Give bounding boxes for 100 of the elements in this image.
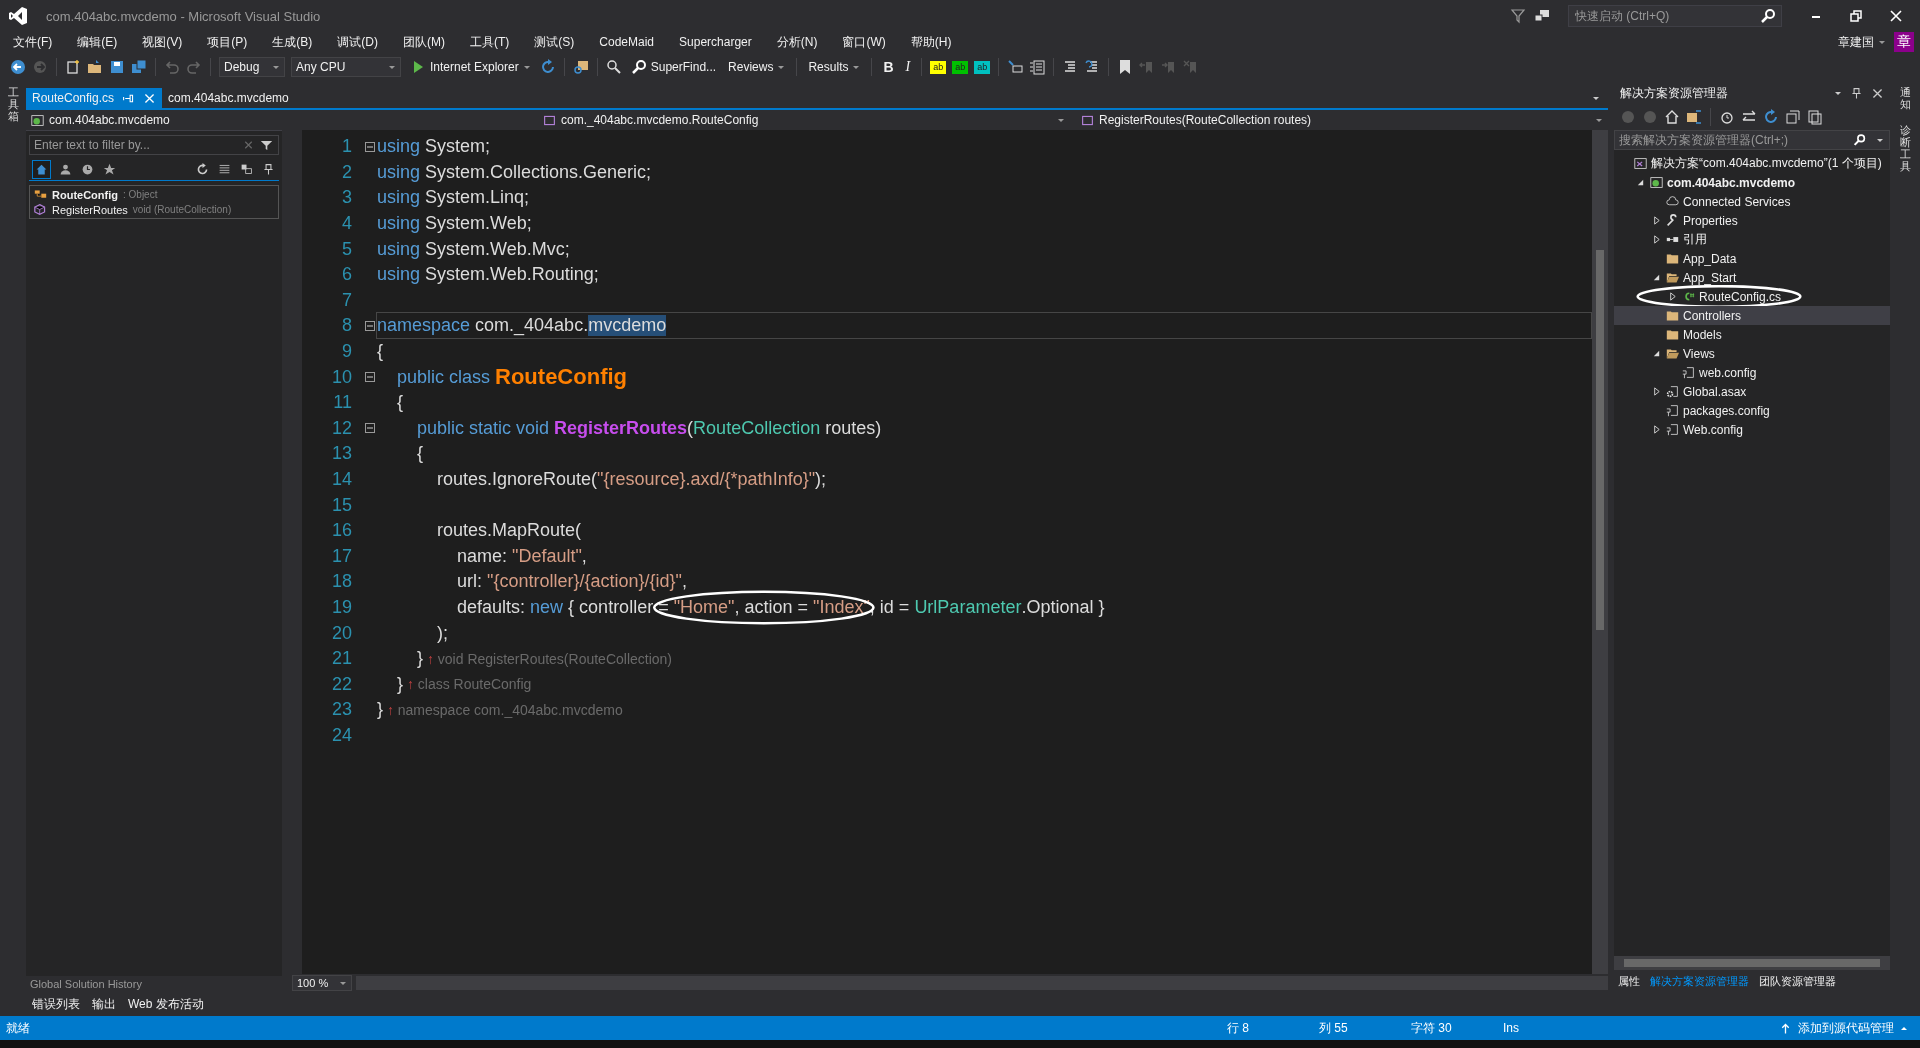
filter-icon[interactable]	[260, 138, 273, 152]
tool-window-tab[interactable]: Web 发布活动	[128, 995, 204, 1013]
refresh-icon[interactable]	[196, 163, 209, 176]
document-tab[interactable]: com.404abc.mvcdemo	[162, 88, 295, 108]
collapsed-arrow-icon[interactable]	[1652, 425, 1661, 434]
tree-item[interactable]: Views	[1614, 344, 1890, 363]
tree-item[interactable]: Models	[1614, 325, 1890, 344]
tree-item[interactable]: com.404abc.mvcdemo	[1614, 173, 1890, 192]
panel-tab[interactable]: 解决方案资源管理器	[1650, 973, 1749, 989]
collapse-icon[interactable]	[365, 320, 375, 331]
home-icon[interactable]	[33, 161, 50, 178]
filter-field[interactable]: Enter text to filter by...	[29, 135, 279, 155]
collapsed-arrow-icon[interactable]	[1652, 216, 1661, 225]
user-avatar[interactable]: 章	[1894, 32, 1914, 52]
menu-item[interactable]: CodeMaid	[592, 35, 662, 49]
highlight-button[interactable]: ab	[974, 60, 991, 74]
tree-item[interactable]: 引用	[1614, 230, 1890, 249]
tree-item[interactable]: Global.asax	[1614, 382, 1890, 401]
refresh-icon[interactable]	[539, 59, 556, 75]
save-all-icon[interactable]	[131, 59, 147, 75]
home-icon[interactable]	[1664, 109, 1680, 125]
tree-item[interactable]: web.config	[1614, 363, 1890, 382]
restore-icon[interactable]	[1848, 8, 1864, 24]
collapse-icon[interactable]	[365, 372, 375, 383]
caret-icon[interactable]	[1876, 136, 1884, 144]
panel-tab[interactable]: 属性	[1618, 973, 1640, 989]
save-icon[interactable]	[109, 59, 125, 75]
source-control-button[interactable]: 添加到源代码管理	[1773, 1018, 1914, 1038]
list-icon[interactable]	[218, 163, 231, 176]
superfind-button[interactable]: SuperFind...	[627, 57, 720, 77]
expanded-arrow-icon[interactable]	[1652, 349, 1661, 358]
menu-item[interactable]: 文件(F)	[6, 33, 60, 51]
side-panel-tab[interactable]: 通知	[1899, 86, 1911, 111]
collapse-icon[interactable]	[240, 163, 253, 176]
clock-icon[interactable]	[81, 163, 94, 176]
menu-item[interactable]: 视图(V)	[135, 33, 190, 51]
tree-item[interactable]: 解决方案“com.404abc.mvcdemo”(1 个项目)	[1614, 154, 1890, 173]
collapse-icon[interactable]	[365, 141, 375, 152]
pin-icon[interactable]	[1850, 86, 1863, 100]
collapsed-arrow-icon[interactable]	[1652, 387, 1661, 396]
tree-item[interactable]: Connected Services	[1614, 192, 1890, 211]
side-panel-tab[interactable]: 诊断工具	[1899, 124, 1911, 173]
close-icon[interactable]	[1871, 86, 1884, 100]
expanded-arrow-icon[interactable]	[1636, 178, 1645, 187]
menu-item[interactable]: 帮助(H)	[903, 33, 959, 51]
user-name[interactable]: 章建国	[1838, 33, 1874, 51]
toolbox-tab[interactable]: 工具箱	[7, 86, 19, 123]
tool-window-tab[interactable]: 输出	[92, 995, 116, 1013]
menu-item[interactable]: 测试(S)	[527, 33, 582, 51]
undo-icon[interactable]	[164, 59, 180, 75]
close-icon[interactable]	[1888, 8, 1904, 24]
member-item[interactable]: RouteConfig : Object	[34, 188, 274, 201]
feedback-icon[interactable]	[1534, 8, 1550, 24]
results-button[interactable]: Results	[805, 58, 864, 76]
collapse-all-icon[interactable]	[1785, 109, 1801, 125]
tab-list-icon[interactable]	[1592, 94, 1600, 102]
horizontal-scrollbar[interactable]	[1614, 956, 1890, 970]
indent-icon[interactable]	[1007, 59, 1024, 75]
outline-icon[interactable]	[1029, 59, 1046, 75]
find-icon[interactable]	[605, 59, 622, 75]
quick-launch-field[interactable]: 快速启动 (Ctrl+Q)	[1568, 5, 1782, 27]
pin-icon[interactable]	[262, 163, 275, 176]
vertical-scrollbar[interactable]	[1592, 130, 1608, 974]
person-icon[interactable]	[59, 163, 72, 176]
highlight-button[interactable]: ab	[930, 60, 947, 74]
menu-item[interactable]: 窗口(W)	[835, 33, 893, 51]
highlight-button[interactable]: ab	[952, 60, 969, 74]
italic-button[interactable]: I	[902, 57, 914, 77]
tree-item[interactable]: App_Data	[1614, 249, 1890, 268]
search-field[interactable]: 搜索解决方案资源管理器(Ctrl+;)	[1614, 130, 1890, 150]
sync-icon[interactable]	[1686, 109, 1702, 125]
configuration-dropdown[interactable]: Debug	[219, 57, 285, 77]
collapsed-arrow-icon[interactable]	[1652, 235, 1661, 244]
caret-icon[interactable]	[1878, 38, 1886, 46]
dropdown-icon[interactable]	[1834, 89, 1842, 97]
tree-item[interactable]: Properties	[1614, 211, 1890, 230]
member-item[interactable]: RegisterRoutes void (RouteCollection)	[34, 203, 274, 216]
start-debugging-button[interactable]: Internet Explorer	[407, 57, 534, 77]
tree-item[interactable]: RouteConfig.cs	[1614, 287, 1890, 306]
tree-item[interactable]: Web.config	[1614, 420, 1890, 439]
expanded-arrow-icon[interactable]	[1652, 273, 1661, 282]
panel-tab[interactable]: 团队资源管理器	[1759, 973, 1836, 989]
new-item-icon[interactable]	[65, 59, 81, 75]
bold-button[interactable]: B	[880, 57, 897, 77]
collapse-icon[interactable]	[365, 423, 375, 434]
refresh-icon[interactable]	[1763, 109, 1779, 125]
copy-icon[interactable]	[1807, 109, 1823, 125]
tree-item[interactable]: Controllers	[1614, 306, 1890, 325]
menu-item[interactable]: 分析(N)	[769, 33, 825, 51]
menu-item[interactable]: 项目(P)	[200, 33, 255, 51]
redo-icon[interactable]	[186, 59, 202, 75]
reviews-button[interactable]: Reviews	[725, 58, 789, 76]
tree-item[interactable]: packages.config	[1614, 401, 1890, 420]
menu-item[interactable]: 团队(M)	[396, 33, 452, 51]
menu-item[interactable]: 调试(D)	[330, 33, 385, 51]
tree-item[interactable]: App_Start	[1614, 268, 1890, 287]
menu-item[interactable]: 生成(B)	[265, 33, 320, 51]
tool-window-tab[interactable]: 错误列表	[32, 995, 80, 1013]
star-icon[interactable]	[103, 163, 116, 176]
history-icon[interactable]	[1719, 109, 1735, 125]
